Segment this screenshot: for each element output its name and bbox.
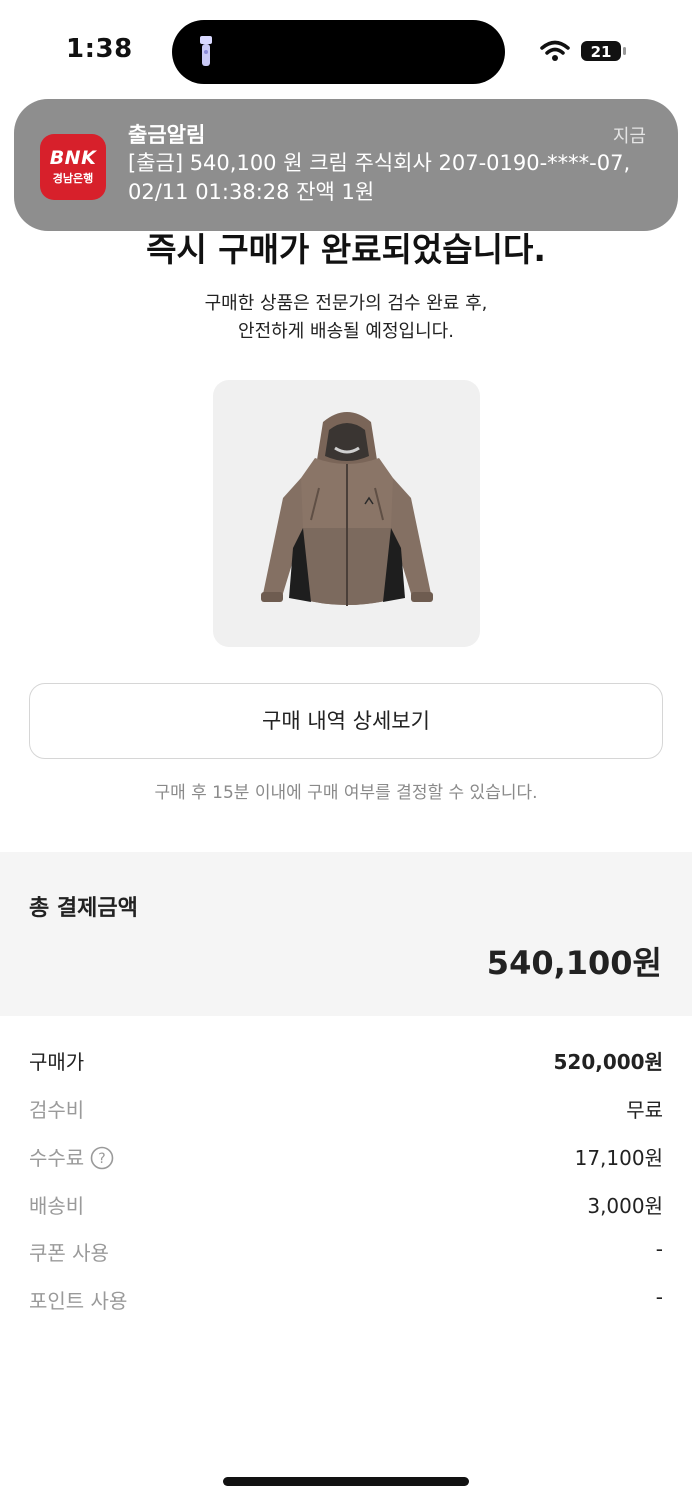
notification-banner[interactable]: BNK 경남은행 출금알림 지금 [출금] 540,100 원 크림 주식회사 … <box>14 99 678 231</box>
row-shipping-fee: 배송비 3,000원 <box>29 1190 663 1222</box>
battery-indicator: 21 <box>580 39 628 63</box>
question-mark-icon[interactable]: ? <box>90 1146 114 1170</box>
battery-icon: 21 <box>581 41 626 61</box>
row-label-text: 수수료 <box>29 1146 85 1170</box>
row-value: - <box>655 1285 663 1309</box>
row-label: 배송비 <box>29 1194 85 1218</box>
battery-level: 21 <box>591 43 612 61</box>
total-amount: 540,100원 <box>486 944 662 982</box>
total-label: 총 결제금액 <box>29 896 138 921</box>
purchase-detail-button[interactable]: 구매 내역 상세보기 <box>29 683 663 759</box>
row-purchase-price: 구매가 520,000원 <box>29 1046 663 1078</box>
notification-time: 지금 <box>612 126 646 147</box>
subtext-line-1: 구매한 상품은 전문가의 검수 완료 후, <box>204 293 488 314</box>
row-label: 구매가 <box>29 1050 85 1074</box>
row-label: 쿠폰 사용 <box>29 1241 109 1265</box>
svg-text:?: ? <box>98 1151 105 1167</box>
row-value: - <box>655 1237 663 1261</box>
row-coupon: 쿠폰 사용 - <box>29 1237 663 1269</box>
row-label: 검수비 <box>29 1098 85 1122</box>
row-value: 무료 <box>626 1098 663 1122</box>
row-value: 3,000원 <box>587 1194 663 1218</box>
product-image-card[interactable] <box>213 380 480 647</box>
row-points: 포인트 사용 - <box>29 1285 663 1317</box>
wifi-icon <box>540 40 570 61</box>
row-label: 수수료? <box>29 1142 114 1171</box>
purchase-complete-screen: 1:38 21 BNK 경남은행 출금알림 지금 [출금] 540,100 원 … <box>0 0 692 1500</box>
row-value: 17,100원 <box>574 1146 663 1170</box>
row-label: 포인트 사용 <box>29 1289 128 1313</box>
total-payment-section: 총 결제금액 540,100원 <box>0 852 692 1016</box>
status-time: 1:38 <box>66 34 133 64</box>
row-inspection-fee: 검수비 무료 <box>29 1094 663 1126</box>
bank-logo-text: BNK <box>49 147 97 169</box>
notification-body: [출금] 540,100 원 크림 주식회사 207-0190-****-07,… <box>128 151 631 204</box>
bank-app-icon: BNK 경남은행 <box>40 134 106 200</box>
subtext-line-2: 안전하게 배송될 예정입니다. <box>238 321 454 342</box>
row-service-fee: 수수료? 17,100원 <box>29 1142 663 1174</box>
decision-hint: 구매 후 15분 이내에 구매 여부를 결정할 수 있습니다. <box>154 783 538 803</box>
notification-title: 출금알림 <box>128 123 206 147</box>
home-indicator[interactable] <box>223 1477 469 1486</box>
dynamic-island <box>172 20 505 84</box>
row-value: 520,000원 <box>553 1050 664 1074</box>
flashlight-icon <box>200 36 212 66</box>
jacket-product-image <box>261 412 433 606</box>
bank-logo-subtext: 경남은행 <box>52 172 94 185</box>
purchase-subtext: 구매한 상품은 전문가의 검수 완료 후, 안전하게 배송될 예정입니다. <box>0 290 692 346</box>
page-title: 즉시 구매가 완료되었습니다. <box>146 230 546 268</box>
